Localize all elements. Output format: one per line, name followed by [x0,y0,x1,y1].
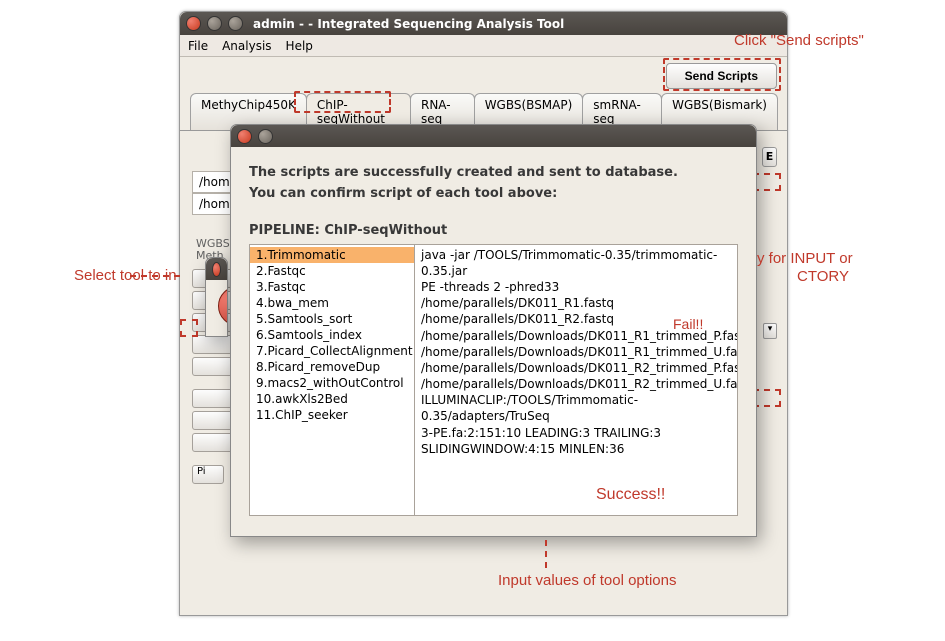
anno-frame [753,389,781,407]
script-line: ILLUMINACLIP:/TOOLS/Trimmomatic-0.35/ada… [421,392,731,424]
window-title: admin - - Integrated Sequencing Analysis… [253,17,564,31]
close-icon[interactable] [237,129,252,144]
anno-click-send: Click "Send scripts" [734,32,864,49]
close-icon[interactable] [186,16,201,31]
list-item[interactable]: 4.bwa_mem [250,295,414,311]
anno-leader-line [545,540,547,568]
list-item[interactable]: 9.macs2_withOutControl [250,375,414,391]
chevron-down-icon[interactable]: ▾ [763,323,777,339]
dialog-titlebar [231,125,756,147]
list-item[interactable]: 3.Fastqc [250,279,414,295]
script-line: /home/parallels/Downloads/DK011_R2_trimm… [421,360,731,376]
error-dialog: X [205,257,228,337]
minimize-icon[interactable] [207,16,222,31]
list-item[interactable]: 5.Samtools_sort [250,311,414,327]
pipeline-tool-list[interactable]: 1.Trimmomatic 2.Fastqc 3.Fastqc 4.bwa_me… [250,245,414,515]
menu-file[interactable]: File [188,39,208,53]
confirm-msg-line: The scripts are successfully created and… [249,163,738,184]
script-line: PE -threads 2 -phred33 /home/parallels/D… [421,279,731,311]
browse-button[interactable]: E [762,147,777,167]
script-line: java -jar /TOOLS/Trimmomatic-0.35/trimmo… [421,247,731,279]
anno-input-opts: Input values of tool options [498,572,676,589]
list-item[interactable]: 6.Samtools_index [250,327,414,343]
anno-frame [180,319,198,337]
pipeline-header: PIPELINE: ChIP-seqWithout [249,223,738,238]
close-icon[interactable] [212,262,221,277]
dialog-body: The scripts are successfully created and… [231,147,756,532]
menu-analysis[interactable]: Analysis [222,39,271,53]
anno-input-dir-1: y for INPUT or [757,250,853,267]
anno-frame-tab [294,91,391,113]
anno-success: Success!! [596,486,665,504]
list-item[interactable]: 7.Picard_CollectAlignment [250,343,414,359]
minimize-icon[interactable] [258,129,273,144]
anno-input-dir-2: CTORY [797,268,849,285]
error-icon: X [218,286,228,326]
confirm-msg-line: You can confirm script of each tool abov… [249,184,738,205]
dialog-titlebar [206,258,227,280]
menubar: File Analysis Help [180,35,787,57]
menu-help[interactable]: Help [286,39,313,53]
anno-frame-send [663,58,781,91]
anno-fail: Fail!! [673,316,703,332]
script-line: 3-PE.fa:2:151:10 LEADING:3 TRAILING:3 [421,425,731,441]
pipeline-panel: 1.Trimmomatic 2.Fastqc 3.Fastqc 4.bwa_me… [249,244,738,516]
list-item[interactable]: 11.ChIP_seeker [250,407,414,423]
toolbar: Send Scripts [180,57,787,97]
list-item[interactable]: 10.awkXls2Bed [250,391,414,407]
list-item[interactable]: 1.Trimmomatic [250,247,414,263]
maximize-icon[interactable] [228,16,243,31]
script-preview: java -jar /TOOLS/Trimmomatic-0.35/trimmo… [414,245,737,515]
script-line: /home/parallels/Downloads/DK011_R1_trimm… [421,344,731,360]
list-item[interactable]: Pi [192,465,224,484]
titlebar: admin - - Integrated Sequencing Analysis… [180,12,787,35]
confirm-message: The scripts are successfully created and… [249,163,738,205]
list-item[interactable]: 8.Picard_removeDup [250,359,414,375]
list-item[interactable]: 2.Fastqc [250,263,414,279]
script-line: SLIDINGWINDOW:4:15 MINLEN:36 [421,441,731,457]
script-line: /home/parallels/Downloads/DK011_R2_trimm… [421,376,731,392]
anno-leader-line [130,275,180,277]
anno-frame [753,173,781,191]
